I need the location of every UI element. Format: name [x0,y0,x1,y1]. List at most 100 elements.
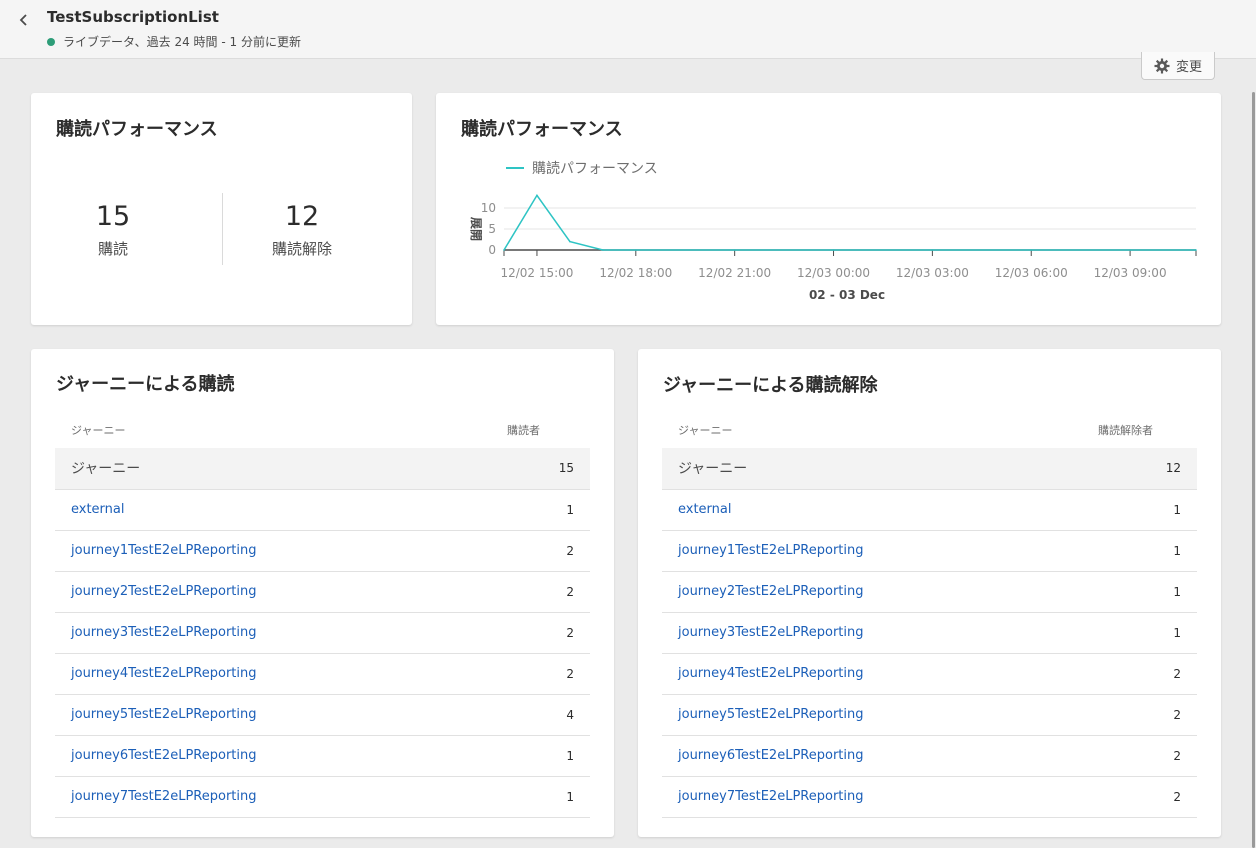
x-axis-title: 02 - 03 Dec [809,288,885,302]
column-header-journey[interactable]: ジャーニー [55,412,423,448]
journey-cell: journey6TestE2eLPReporting [55,735,423,777]
journey-link[interactable]: journey3TestE2eLPReporting [678,625,864,640]
x-tick-label: 12/02 18:00 [599,266,672,280]
line-chart: 10 5 0 展開 12/02 15:00 12/02 18:00 12/02 21:00 1… [469,194,1197,302]
chart-card: 購読パフォーマンス 購読パフォーマンス 10 5 0 展開 12/02 15:00 12/… [436,93,1221,325]
subscriptions-kpi: 15 購読 [73,201,153,259]
data-point [1195,249,1197,251]
count-cell: 2 [1011,694,1197,736]
table-row: journey2TestE2eLPReporting 1 [662,571,1197,613]
count-cell: 1 [422,735,590,777]
x-tick-label: 12/03 03:00 [896,266,969,280]
top-bar: TestSubscriptionList ライブデータ、過去 24 時間 - 1… [0,0,1256,59]
journey-link[interactable]: journey6TestE2eLPReporting [71,748,257,763]
y-tick-label: 0 [488,243,496,257]
table-row: journey7TestE2eLPReporting 1 [55,776,590,818]
live-status-dot [47,37,55,46]
count-cell: 2 [422,530,590,572]
journey-cell: journey3TestE2eLPReporting [55,612,423,654]
table-row: journey1TestE2eLPReporting 1 [662,530,1197,572]
journey-link[interactable]: journey2TestE2eLPReporting [71,584,257,599]
table-row: journey3TestE2eLPReporting 2 [55,612,590,654]
count-cell: 1 [1011,530,1197,572]
data-point [931,249,934,251]
data-point [733,249,736,251]
journey-link[interactable]: journey4TestE2eLPReporting [678,666,864,681]
unsubs-by-journey-table: ジャーニー 購読解除者 ジャーニー 12 external 1 journey1Te… [662,412,1197,818]
journey-link[interactable]: journey1TestE2eLPReporting [678,543,864,558]
kpi-card: 購読パフォーマンス 15 購読 12 購読解除 [31,93,412,325]
count-cell: 1 [1011,489,1197,531]
column-header-subscribers[interactable]: 購読者 [423,412,590,448]
journey-link[interactable]: journey2TestE2eLPReporting [678,584,864,599]
journey-cell: journey1TestE2eLPReporting [55,530,423,572]
journey-link[interactable]: external [678,502,732,517]
journey-cell: journey4TestE2eLPReporting [662,653,1012,695]
table-row: external 1 [55,489,590,531]
scrollbar-thumb[interactable] [1252,92,1255,848]
table-row: journey5TestE2eLPReporting 2 [662,694,1197,736]
journey-link[interactable]: journey4TestE2eLPReporting [71,666,257,681]
journey-link[interactable]: journey6TestE2eLPReporting [678,748,864,763]
unsubscriptions-label: 購読解除 [271,240,332,258]
change-button[interactable]: 変更 [1141,52,1215,80]
count-cell: 2 [1011,653,1197,695]
column-header-journey[interactable]: ジャーニー [662,412,1012,448]
journey-link[interactable]: journey7TestE2eLPReporting [678,789,864,804]
data-point [635,249,637,251]
table-row: journey2TestE2eLPReporting 2 [55,571,590,613]
status-text: ライブデータ、過去 24 時間 - 1 分前に更新 [63,35,301,49]
journey-cell: journey6TestE2eLPReporting [662,735,1012,777]
data-point [1129,249,1131,251]
total-label: ジャーニー [55,448,423,490]
data-point [569,240,571,243]
journey-cell: journey5TestE2eLPReporting [662,694,1012,736]
count-cell: 2 [1011,776,1197,818]
journey-link[interactable]: external [71,502,125,517]
subs-by-journey-title: ジャーニーによる購読 [56,374,235,395]
journey-cell: journey4TestE2eLPReporting [55,653,423,695]
data-point [503,249,505,251]
data-point [1030,249,1033,251]
journey-cell: journey3TestE2eLPReporting [662,612,1012,654]
table-row: journey3TestE2eLPReporting 1 [662,612,1197,654]
journey-link[interactable]: journey3TestE2eLPReporting [71,625,257,640]
total-value: 12 [1011,448,1197,490]
table-row: journey5TestE2eLPReporting 4 [55,694,590,736]
count-cell: 1 [422,489,590,531]
unsubscriptions-value: 12 [284,201,320,232]
data-point [602,249,604,251]
gear-icon [1154,58,1170,73]
count-cell: 2 [422,571,590,613]
column-header-unsubscribers[interactable]: 購読解除者 [1012,412,1197,448]
subs-by-journey-table: ジャーニー 購読者 ジャーニー 15 external 1 journey1Test… [55,412,590,818]
journey-cell: journey7TestE2eLPReporting [662,776,1012,818]
table-row: journey1TestE2eLPReporting 2 [55,530,590,572]
table-row: journey4TestE2eLPReporting 2 [662,653,1197,695]
count-cell: 1 [1011,571,1197,613]
unsubs-by-journey-card: ジャーニーによる購読解除 ジャーニー 購読解除者 ジャーニー 12 extern… [638,349,1221,837]
table-row: journey4TestE2eLPReporting 2 [55,653,590,695]
total-row: ジャーニー 15 [55,448,590,490]
data-point [832,249,835,251]
table-row: journey6TestE2eLPReporting 2 [662,735,1197,777]
x-tick-label: 12/02 21:00 [698,266,771,280]
table-row: external 1 [662,489,1197,531]
journey-cell: journey2TestE2eLPReporting [55,571,423,613]
total-label: ジャーニー [662,448,1012,490]
journey-link[interactable]: journey5TestE2eLPReporting [678,707,864,722]
count-cell: 1 [422,776,590,818]
count-cell: 2 [1011,735,1197,777]
journey-cell: journey2TestE2eLPReporting [662,571,1012,613]
journey-link[interactable]: journey1TestE2eLPReporting [71,543,257,558]
change-button-label: 変更 [1175,60,1202,75]
x-tick-label: 12/03 09:00 [1094,266,1167,280]
count-cell: 4 [422,694,590,736]
journey-link[interactable]: journey5TestE2eLPReporting [71,707,257,722]
table-row: journey6TestE2eLPReporting 1 [55,735,590,777]
y-axis-title: 展開 [469,217,483,241]
journey-link[interactable]: journey7TestE2eLPReporting [71,789,257,804]
total-value: 15 [422,448,590,490]
subscriptions-value: 15 [95,201,131,232]
back-button[interactable] [14,10,34,30]
